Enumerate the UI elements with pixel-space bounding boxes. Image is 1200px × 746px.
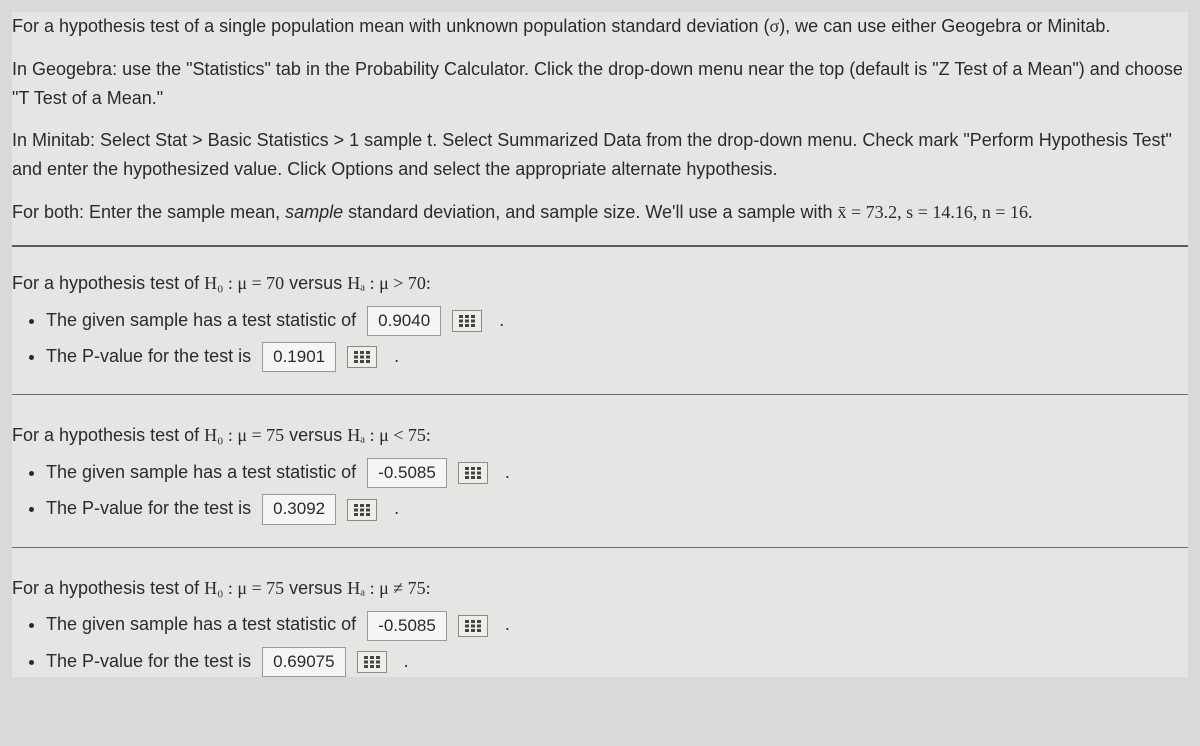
q3-pvalue-item: The P-value for the test is 0.69075 . [46, 647, 1188, 677]
q1-list: The given sample has a test statistic of… [12, 306, 1188, 373]
q3-test-statistic-item: The given sample has a test statistic of… [46, 610, 1188, 640]
text: For a hypothesis test of [12, 578, 204, 598]
h0-expression: H₀ : μ = 75 [204, 425, 284, 445]
ha-expression: Hₐ : μ ≠ 75: [347, 578, 430, 598]
data-table-button[interactable] [347, 499, 377, 521]
q2-prompt: For a hypothesis test of H₀ : μ = 75 ver… [12, 421, 1188, 450]
text: . [499, 310, 504, 330]
text: versus [284, 425, 347, 445]
q3-prompt: For a hypothesis test of H₀ : μ = 75 ver… [12, 574, 1188, 603]
text: . [394, 346, 399, 366]
ha-expression: Hₐ : μ < 75: [347, 425, 431, 445]
label: The P-value for the test is [46, 498, 251, 518]
q3-list: The given sample has a test statistic of… [12, 610, 1188, 677]
text: standard deviation, and sample size. We'… [343, 202, 837, 222]
label: The given sample has a test statistic of [46, 310, 356, 330]
test-statistic-input[interactable]: 0.9040 [367, 306, 441, 336]
intro-paragraph-4: For both: Enter the sample mean, sample … [12, 198, 1188, 227]
data-table-button[interactable] [458, 462, 488, 484]
grid-icon [465, 620, 481, 632]
sample-stats: x̄ = 73.2, s = 14.16, n = 16. [838, 202, 1033, 222]
q1-prompt: For a hypothesis test of H₀ : μ = 70 ver… [12, 269, 1188, 298]
q2-test-statistic-item: The given sample has a test statistic of… [46, 458, 1188, 488]
sigma-symbol: σ [769, 16, 779, 36]
text: versus [284, 273, 347, 293]
q1-pvalue-item: The P-value for the test is 0.1901 . [46, 342, 1188, 372]
ha-expression: Hₐ : μ > 70: [347, 273, 431, 293]
grid-icon [364, 656, 380, 668]
pvalue-input[interactable]: 0.69075 [262, 647, 345, 677]
text: . [394, 498, 399, 518]
grid-icon [354, 351, 370, 363]
divider [12, 547, 1188, 548]
label: The given sample has a test statistic of [46, 462, 356, 482]
test-statistic-input[interactable]: -0.5085 [367, 611, 447, 641]
q2-pvalue-item: The P-value for the test is 0.3092 . [46, 494, 1188, 524]
sample-italic: sample [285, 202, 343, 222]
data-table-button[interactable] [347, 346, 377, 368]
document-content: For a hypothesis test of a single popula… [12, 12, 1188, 677]
grid-icon [459, 315, 475, 327]
data-table-button[interactable] [357, 651, 387, 673]
data-table-button[interactable] [458, 615, 488, 637]
h0-expression: H₀ : μ = 75 [204, 578, 284, 598]
intro-paragraph-2: In Geogebra: use the "Statistics" tab in… [12, 55, 1188, 113]
test-statistic-input[interactable]: -0.5085 [367, 458, 447, 488]
text: For a hypothesis test of [12, 273, 204, 293]
text: . [505, 462, 510, 482]
pvalue-input[interactable]: 0.1901 [262, 342, 336, 372]
text: ), we can use either Geogebra or Minitab… [779, 16, 1110, 36]
label: The P-value for the test is [46, 346, 251, 366]
h0-expression: H₀ : μ = 70 [204, 273, 284, 293]
intro-paragraph-3: In Minitab: Select Stat > Basic Statisti… [12, 126, 1188, 184]
pvalue-input[interactable]: 0.3092 [262, 494, 336, 524]
text: . [404, 651, 409, 671]
q1-test-statistic-item: The given sample has a test statistic of… [46, 306, 1188, 336]
text: For a hypothesis test of a single popula… [12, 16, 769, 36]
label: The P-value for the test is [46, 651, 251, 671]
text: versus [284, 578, 347, 598]
data-table-button[interactable] [452, 310, 482, 332]
intro-paragraph-1: For a hypothesis test of a single popula… [12, 12, 1188, 41]
text: For both: Enter the sample mean, [12, 202, 285, 222]
label: The given sample has a test statistic of [46, 614, 356, 634]
text: . [505, 614, 510, 634]
grid-icon [465, 467, 481, 479]
q2-list: The given sample has a test statistic of… [12, 458, 1188, 525]
text: For a hypothesis test of [12, 425, 204, 445]
divider [12, 394, 1188, 395]
divider [12, 245, 1188, 247]
grid-icon [354, 504, 370, 516]
